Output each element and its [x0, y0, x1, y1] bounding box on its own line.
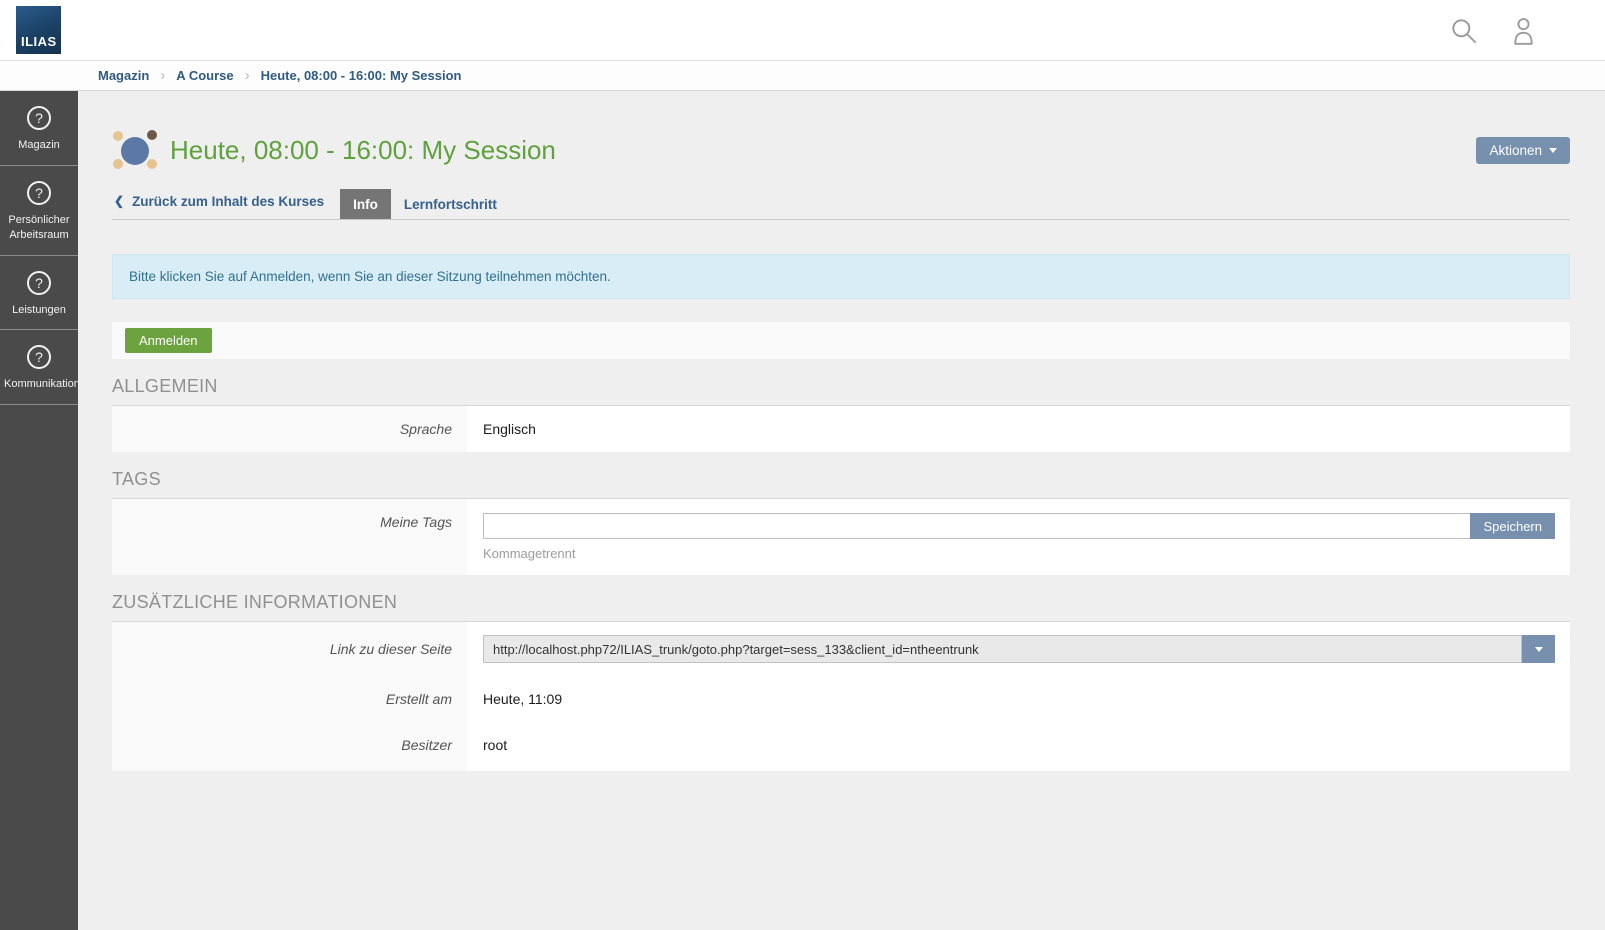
field-value: Heute, 11:09: [467, 676, 1570, 722]
sidebar-item-leistungen[interactable]: ? Leistungen: [0, 256, 78, 331]
field-label: Link zu dieser Seite: [112, 622, 467, 676]
form-row-besitzer: Besitzer root: [112, 722, 1570, 771]
chevron-left-icon: ❮: [114, 194, 124, 208]
tags-hint: Kommagetrennt: [483, 546, 1555, 561]
main-content: Heute, 08:00 - 16:00: My Session Aktione…: [78, 91, 1605, 930]
chevron-down-icon: [1549, 148, 1557, 153]
field-label: Erstellt am: [112, 676, 467, 722]
sidebar-item-label: Magazin: [18, 139, 60, 151]
speichern-button[interactable]: Speichern: [1470, 513, 1555, 539]
form-row-link: Link zu dieser Seite: [112, 622, 1570, 676]
field-value: Englisch: [467, 406, 1570, 452]
field-value: root: [467, 722, 1570, 771]
ilias-logo[interactable]: ILIAS: [16, 6, 61, 54]
page-title: Heute, 08:00 - 16:00: My Session: [170, 135, 1476, 166]
sidebar-item-persoenlicher-arbeitsraum[interactable]: ? Persönlicher Arbeitsraum: [0, 166, 78, 256]
sidebar-item-label: Leistungen: [12, 304, 66, 316]
section-title-zusatz: ZUSÄTZLICHE INFORMATIONEN: [112, 592, 1570, 622]
user-icon[interactable]: [1508, 14, 1539, 47]
field-label: Meine Tags: [112, 499, 467, 575]
form-row-erstellt: Erstellt am Heute, 11:09: [112, 676, 1570, 722]
sidebar: ? Magazin ? Persönlicher Arbeitsraum ? L…: [0, 91, 78, 930]
sidebar-item-magazin[interactable]: ? Magazin: [0, 91, 78, 166]
field-label: Besitzer: [112, 722, 467, 771]
form-row-tags: Meine Tags Speichern Kommagetrennt: [112, 499, 1570, 575]
ilias-app: ILIAS Magazin › A Course › Heute, 08:00 …: [0, 0, 1605, 930]
top-header: ILIAS: [0, 0, 1605, 61]
permalink-input[interactable]: [483, 635, 1522, 663]
question-circle-icon: ?: [27, 181, 51, 205]
tab-lernfortschritt[interactable]: Lernfortschritt: [391, 189, 510, 219]
field-label: Sprache: [112, 406, 467, 452]
header-icons: [1448, 0, 1605, 47]
tags-field: Speichern Kommagetrennt: [467, 499, 1570, 575]
breadcrumb-separator: ›: [160, 68, 165, 83]
sidebar-item-label: Persönlicher Arbeitsraum: [8, 214, 69, 241]
chevron-down-icon: [1535, 647, 1543, 652]
form-row-sprache: Sprache Englisch: [112, 406, 1570, 452]
question-circle-icon: ?: [27, 271, 51, 295]
back-link-label: Zurück zum Inhalt des Kurses: [132, 194, 324, 209]
back-to-course-link[interactable]: ❮ Zurück zum Inhalt des Kurses: [112, 189, 340, 219]
sidebar-item-kommunikation[interactable]: ? Kommunikation: [0, 330, 78, 405]
anmelden-button[interactable]: Anmelden: [125, 328, 212, 353]
breadcrumb: Magazin › A Course › Heute, 08:00 - 16:0…: [0, 61, 1605, 91]
title-row: Heute, 08:00 - 16:00: My Session Aktione…: [112, 130, 1570, 170]
link-field: [467, 622, 1570, 676]
tags-input[interactable]: [483, 513, 1470, 539]
question-circle-icon: ?: [27, 106, 51, 130]
breadcrumb-separator: ›: [245, 68, 250, 83]
sidebar-item-label: Kommunikation: [4, 378, 80, 390]
breadcrumb-item-magazin[interactable]: Magazin: [98, 68, 149, 83]
permalink-dropdown-button[interactable]: [1522, 635, 1555, 663]
info-alert: Bitte klicken Sie auf Anmelden, wenn Sie…: [112, 254, 1570, 299]
tab-bar: ❮ Zurück zum Inhalt des Kurses Info Lern…: [112, 189, 1570, 220]
question-circle-icon: ?: [27, 345, 51, 369]
tab-info[interactable]: Info: [340, 189, 391, 219]
register-strip: Anmelden: [112, 322, 1570, 359]
section-title-tags: TAGS: [112, 469, 1570, 499]
breadcrumb-item-session[interactable]: Heute, 08:00 - 16:00: My Session: [261, 68, 462, 83]
breadcrumb-item-course[interactable]: A Course: [176, 68, 233, 83]
section-title-allgemein: ALLGEMEIN: [112, 376, 1570, 406]
aktionen-button-label: Aktionen: [1489, 143, 1542, 158]
aktionen-button[interactable]: Aktionen: [1476, 137, 1570, 164]
session-icon: [112, 130, 158, 170]
search-icon[interactable]: [1448, 15, 1479, 46]
